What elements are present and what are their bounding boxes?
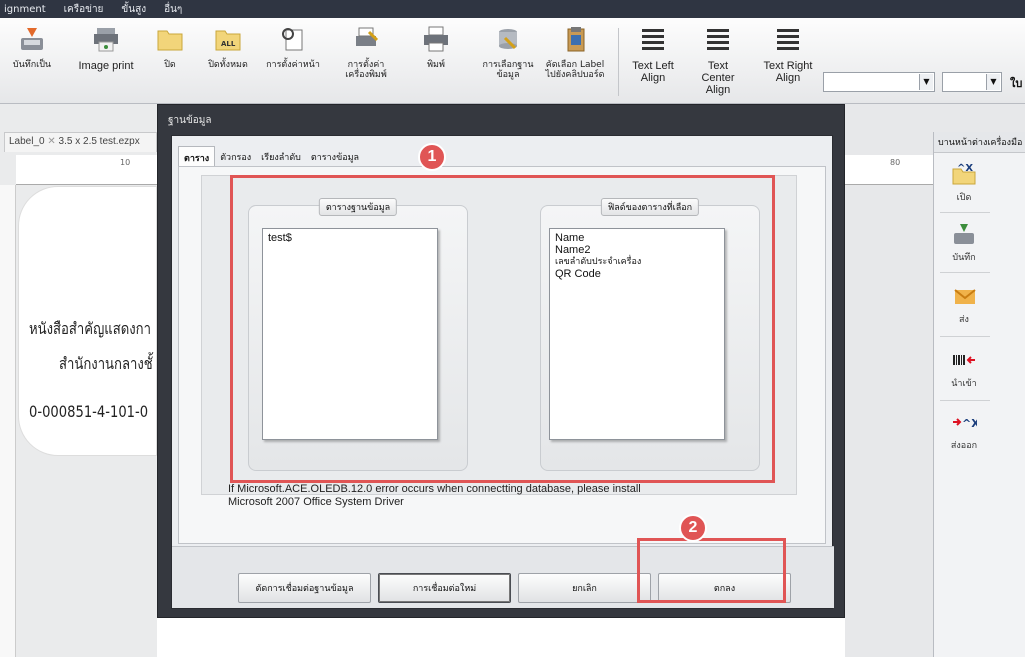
divider [940,400,990,401]
divider [940,212,990,213]
document-tab[interactable]: Label_0 ✕ 3.5 x 2.5 test.ezpx [4,132,157,152]
annotation-marker-1: 1 [418,143,446,171]
export-icon: ^X [949,408,979,436]
horizontal-ruler: 10 [16,155,157,185]
menu-advanced[interactable]: ขั้นสูง [121,2,146,17]
close-icon[interactable]: ✕ [47,136,55,147]
chevron-down-icon[interactable]: ▼ [919,74,933,90]
menu-other[interactable]: อื่นๆ [164,2,182,17]
database-select-icon [492,22,524,56]
font-name-combo[interactable]: ▼ [823,72,935,92]
svg-text:^X: ^X [957,163,973,174]
close-all-icon: ALL [212,22,244,56]
printer-setup-icon [350,22,382,56]
save-button[interactable]: บันทึก [934,220,994,264]
svg-text:^X: ^X [962,417,977,430]
ribbon-toolbar: บันทึกเป็น Image print ปิด ALL ปิดทั้งหม… [0,18,1025,104]
save-as-icon [16,22,48,56]
page-setup-icon [277,22,309,56]
label-text-line[interactable]: สำนักงานกลางชั้ [59,352,153,377]
image-print-icon [90,22,122,56]
menu-alignment[interactable]: ignment [4,4,46,15]
print-icon [420,22,452,56]
folder-close-icon [154,22,186,56]
label-canvas[interactable]: หนังสือสำคัญแสดงกา สำนักงานกลางชั้ 0-000… [18,186,157,456]
send-button[interactable]: ส่ง [934,282,994,326]
menu-bar: ignment เครือข่าย ขั้นสูง อื่นๆ [0,0,1025,18]
cancel-button[interactable]: ยกเลิก [518,573,651,603]
chevron-down-icon[interactable]: ▼ [986,74,1000,90]
ruler-number: 80 [890,158,901,167]
annotation-box-1 [230,175,775,483]
export-button[interactable]: ^X ส่งออก [934,408,994,452]
align-right-icon [772,22,804,56]
database-select-button[interactable]: การเลือกฐานข้อมูล [480,22,536,100]
send-icon [949,282,979,310]
import-icon [949,346,979,374]
clipboard-icon [559,22,591,56]
text-right-align-button[interactable]: Text Right Align [758,22,818,100]
dialog-title: ฐานข้อมูล [168,115,212,126]
divider [940,336,990,337]
text-center-align-button[interactable]: Text Center Align [690,22,746,100]
tools-side-panel: บานหน้าต่างเครื่องมือ ^X เปิด บันทึก ส่ง… [933,132,1025,657]
menu-network[interactable]: เครือข่าย [64,2,104,17]
vertical-ruler [0,185,16,657]
close-all-button[interactable]: ALL ปิดทั้งหมด [200,22,256,100]
font-size-label: ใบ [1010,77,1023,90]
note-line: Microsoft 2007 Office System Driver [228,496,404,508]
font-size-combo[interactable]: ▼ [942,72,1002,92]
open-icon: ^X [949,160,979,188]
note-line: If Microsoft.ACE.OLEDB.12.0 error occurs… [228,483,641,495]
align-left-icon [637,22,669,56]
align-center-icon [702,22,734,56]
open-button[interactable]: ^X เปิด [934,160,994,204]
ribbon-separator [618,28,619,96]
label-text-line[interactable]: 0-000851-4-101-0 [29,402,148,421]
divider [940,272,990,273]
page-setup-button[interactable]: การตั้งค่าหน้า [262,22,324,100]
svg-text:ALL: ALL [221,40,236,48]
ruler-number: 10 [120,158,131,167]
copy-label-clipboard-button[interactable]: คัดเลือก Label ไปยังคลิปบอร์ด [540,22,610,100]
reconnect-button[interactable]: การเชื่อมต่อใหม่ [378,573,511,603]
print-button[interactable]: พิมพ์ [416,22,456,100]
label-text-line[interactable]: หนังสือสำคัญแสดงกา [29,317,151,342]
document-tab-name: Label_0 [9,136,45,147]
disconnect-database-button[interactable]: ตัดการเชื่อมต่อฐานข้อมูล [238,573,371,603]
driver-note: If Microsoft.ACE.OLEDB.12.0 error occurs… [228,483,728,509]
close-button[interactable]: ปิด [150,22,190,100]
document-tab-title: 3.5 x 2.5 test.ezpx [58,136,140,147]
import-button[interactable]: นำเข้า [934,346,994,390]
image-print-button[interactable]: Image print [76,22,136,100]
annotation-box-2 [637,538,786,603]
text-left-align-button[interactable]: Text Left Align [628,22,678,100]
horizontal-ruler-right: 80 [845,155,933,185]
save-as-button[interactable]: บันทึกเป็น [2,22,62,100]
annotation-marker-2: 2 [679,514,707,542]
side-panel-title: บานหน้าต่างเครื่องมือ [934,132,1025,153]
save-icon [949,220,979,248]
printer-setup-button[interactable]: การตั้งค่าเครื่องพิมพ์ [328,22,404,100]
